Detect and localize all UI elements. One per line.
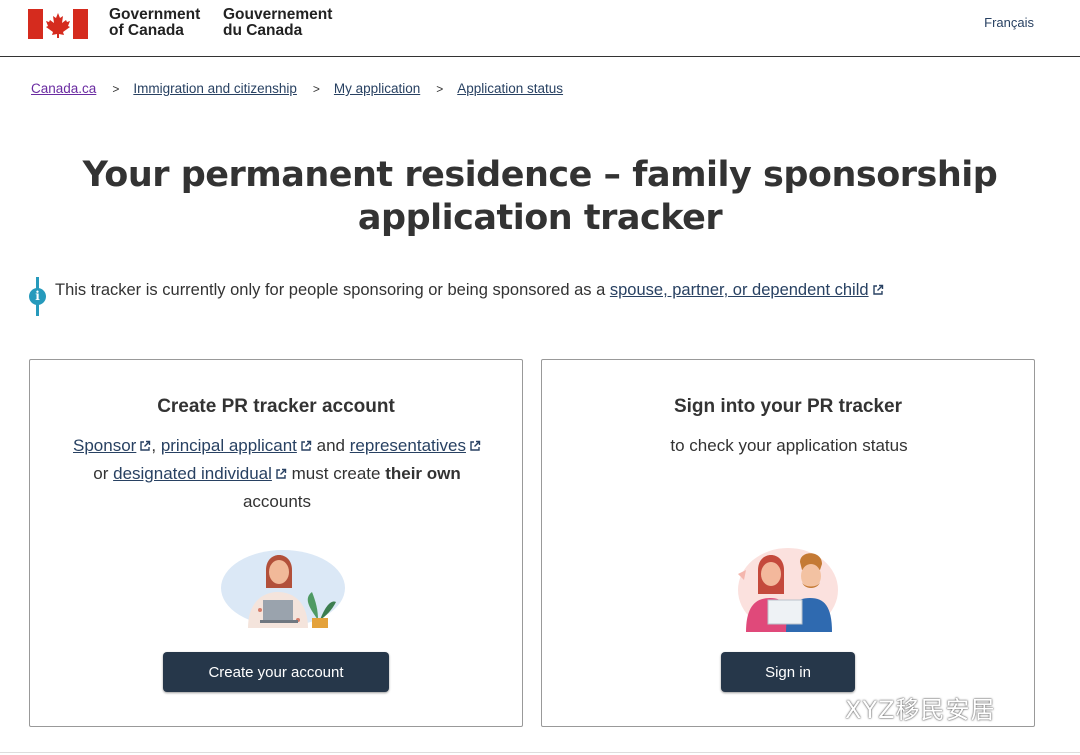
breadcrumb-separator: >: [112, 81, 120, 96]
info-note-text: This tracker is currently only for peopl…: [55, 281, 610, 299]
wordmark-english[interactable]: Government of Canada: [109, 7, 200, 39]
create-card-title: Create PR tracker account: [157, 396, 395, 417]
page-title-line2: application tracker: [357, 198, 723, 238]
designated-individual-link[interactable]: designated individual: [113, 464, 272, 483]
canada-flag-icon[interactable]: [28, 9, 88, 39]
representatives-link[interactable]: representatives: [350, 436, 466, 455]
language-toggle-link[interactable]: Français: [984, 15, 1034, 30]
breadcrumb: Canada.ca > Immigration and citizenship …: [31, 81, 563, 96]
signin-card-subtitle: to check your application status: [670, 436, 908, 455]
external-link-icon: [276, 468, 287, 479]
accounts-text: accounts: [242, 492, 312, 511]
external-link-icon: [470, 440, 481, 451]
create-account-card: Create PR tracker account Sponsor, princ…: [29, 359, 523, 727]
watermark-text: XYZ移民安居: [845, 696, 996, 724]
wordmark-french[interactable]: Gouvernement du Canada: [223, 7, 332, 39]
breadcrumb-separator: >: [436, 81, 444, 96]
page-title-line1: Your permanent residence – family sponso…: [82, 155, 998, 195]
breadcrumb-canada-ca[interactable]: Canada.ca: [31, 81, 96, 96]
or-text: or: [93, 464, 109, 483]
signin-card-title: Sign into your PR tracker: [673, 396, 903, 417]
wordmark-en-line1: Government: [109, 6, 201, 23]
info-note: This tracker is currently only for peopl…: [55, 281, 884, 300]
external-link-icon: [301, 440, 312, 451]
sign-in-card: Sign into your PR tracker to check your …: [541, 359, 1035, 727]
person-laptop-illustration: [221, 550, 345, 628]
sign-in-button[interactable]: Sign in: [721, 652, 855, 692]
sponsor-link[interactable]: Sponsor: [73, 436, 136, 455]
spouse-partner-child-link[interactable]: spouse, partner, or dependent child: [610, 281, 869, 299]
wordmark-fr-line1: Gouvernement: [223, 6, 333, 23]
create-account-button[interactable]: Create your account: [163, 652, 389, 692]
wordmark-fr-line2: du Canada: [223, 22, 303, 39]
breadcrumb-separator: >: [312, 81, 320, 96]
breadcrumb-application-status[interactable]: Application status: [457, 81, 563, 96]
breadcrumb-my-application[interactable]: My application: [334, 81, 420, 96]
their-own-text: their own: [385, 464, 461, 483]
wordmark-en-line2: of Canada: [109, 22, 184, 39]
must-create-text: must create: [291, 464, 381, 483]
page-title: Your permanent residence – family sponso…: [0, 154, 1080, 240]
principal-applicant-link[interactable]: principal applicant: [161, 436, 297, 455]
and-text: and: [316, 436, 346, 455]
bottom-divider: [0, 752, 1080, 753]
external-link-icon: [140, 440, 151, 451]
couple-laptop-illustration: [738, 548, 838, 632]
info-icon: i: [29, 288, 46, 305]
site-header: Government of Canada Gouvernement du Can…: [0, 0, 1080, 57]
external-link-icon: [872, 284, 883, 295]
breadcrumb-immigration[interactable]: Immigration and citizenship: [133, 81, 297, 96]
create-card-body: Sponsor, principal applicant and represe…: [48, 432, 506, 516]
comma-text: ,: [151, 436, 157, 455]
